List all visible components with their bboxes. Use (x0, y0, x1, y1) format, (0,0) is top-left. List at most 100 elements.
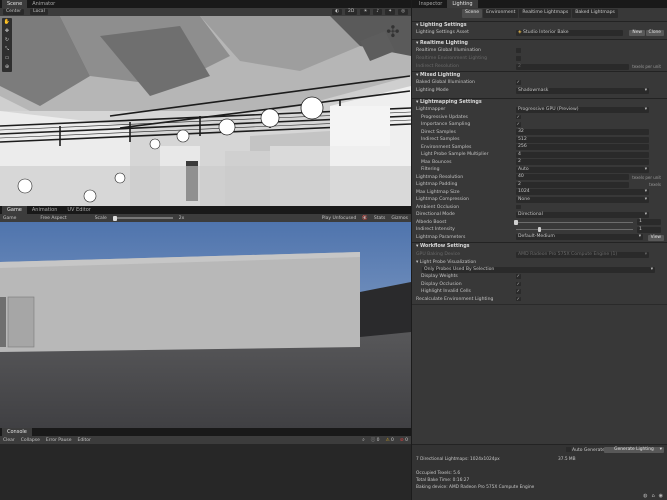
aspect-dropdown[interactable]: Free Aspect (40, 216, 66, 221)
subtab-baked-lightmaps[interactable]: Baked Lightmaps (572, 9, 618, 18)
scale-tool-icon[interactable]: ⤡ (2, 45, 12, 54)
pivot-center-button[interactable]: Center (3, 9, 25, 15)
tab-animator[interactable]: Animator (27, 0, 60, 8)
indirect-samples-field[interactable]: 512 (516, 136, 649, 143)
tab-console[interactable]: Console (2, 428, 32, 436)
tab-lighting[interactable]: Lighting (447, 0, 478, 8)
lighting-mode-dropdown[interactable]: Shadowmask (516, 87, 649, 94)
lightmap-compression-dropdown[interactable]: None (516, 196, 649, 203)
console-log-area[interactable] (0, 444, 411, 500)
ambient-occlusion-checkbox[interactable] (516, 204, 521, 210)
bake-status-icon[interactable]: ◍ (643, 493, 647, 499)
auto-generate-toggle[interactable]: Auto Generate (566, 447, 605, 453)
albedo-boost-slider-thumb[interactable] (514, 219, 518, 225)
light-probe-sample-multiplier-field[interactable]: 4 (516, 151, 649, 158)
display-occlusion-checkbox[interactable]: ✓ (516, 281, 521, 287)
mixed-lighting-header[interactable]: Mixed Lighting (412, 71, 667, 78)
subtab-scene[interactable]: Scene (462, 9, 483, 18)
indirect-intensity-slider-thumb[interactable] (537, 227, 542, 232)
rotate-tool-icon[interactable]: ↻ (2, 36, 12, 45)
auto-generate-label: Auto Generate (572, 447, 605, 453)
error-count-badge[interactable]: ⊘ 0 (400, 438, 408, 443)
indirect-resolution-field[interactable]: 2 (516, 63, 629, 70)
display-weights-label: Display Weights (421, 274, 458, 279)
generate-dropdown-chevron-icon[interactable]: ▾ (660, 447, 662, 453)
rect-tool-icon[interactable]: ▭ (2, 54, 12, 63)
console-tabbar: Console (0, 428, 411, 436)
info-count-badge[interactable]: ⓘ 0 (371, 437, 380, 443)
importance-sampling-checkbox[interactable]: ✓ (516, 122, 521, 127)
tab-animation[interactable]: Animation (27, 206, 63, 214)
scale-slider[interactable] (112, 215, 173, 221)
mute-audio-icon[interactable]: 🔇 (362, 216, 368, 221)
scene-gizmo-icon[interactable]: ✣ (381, 20, 405, 44)
console-collapse-button[interactable]: Collapse (21, 438, 40, 443)
lighting-settings-asset-field[interactable]: ◈ Studio Interior Bake (516, 29, 623, 36)
gizmos-toggle-icon[interactable]: ◎ (398, 9, 408, 15)
realtime-environment-lighting-checkbox[interactable] (516, 56, 521, 61)
direct-samples-field[interactable]: 32 (516, 129, 649, 135)
effects-toggle-icon[interactable]: ✦ (385, 9, 396, 15)
pivot-local-button[interactable]: Local (30, 9, 48, 15)
lightmap-resolution-field[interactable]: 40 (516, 174, 629, 180)
workflow-settings-header[interactable]: Workflow Settings (412, 242, 667, 249)
directional-mode-dropdown[interactable]: Directional (516, 211, 649, 218)
game-viewport[interactable] (0, 222, 411, 428)
albedo-boost-value[interactable]: 1 (637, 219, 661, 225)
lighting-mode-row: Lighting Mode Shadowmask (416, 87, 663, 94)
indirect-intensity-value[interactable]: 1 (637, 226, 661, 233)
console-clear-button[interactable]: Clear (3, 438, 15, 443)
transform-tool-icon[interactable]: ⊕ (2, 63, 12, 72)
max-bounces-field[interactable]: 2 (516, 159, 649, 165)
console-error-pause-button[interactable]: Error Pause (46, 438, 72, 443)
lightmapping-settings-header[interactable]: Lightmapping Settings (412, 98, 667, 105)
indirect-intensity-slider[interactable] (516, 227, 633, 232)
console-editor-dropdown[interactable]: Editor (78, 438, 91, 443)
console-search-icon[interactable]: ⌕ (362, 437, 365, 443)
display-dropdown[interactable]: Game (3, 216, 16, 221)
scale-slider-thumb[interactable] (112, 215, 117, 221)
tab-scene[interactable]: Scene (2, 0, 28, 8)
auto-generate-checkbox[interactable] (566, 447, 571, 452)
gizmos-button[interactable]: Gizmos (391, 216, 408, 221)
new-settings-button[interactable]: New (629, 29, 645, 36)
move-tool-icon[interactable]: ✥ (2, 27, 12, 36)
baked-global-illumination-checkbox[interactable]: ✓ (516, 80, 521, 85)
play-mode-dropdown[interactable]: Play Unfocused (322, 216, 357, 221)
max-lightmap-size-dropdown[interactable]: 1024 (516, 189, 649, 195)
gpu-baking-device-dropdown[interactable]: AMD Radeon Pro 575X Compute Engine (1) (516, 251, 649, 258)
realtime-global-illumination-checkbox[interactable] (516, 48, 521, 53)
light-toggle-icon[interactable]: ☀ (360, 9, 371, 15)
lightmap-padding-field[interactable]: 2 (516, 181, 629, 188)
probe-mode-dropdown[interactable]: Only Probes Used By Selection (422, 266, 655, 273)
tab-uv-editor[interactable]: UV Editor (62, 206, 95, 214)
lighting-settings-header[interactable]: Lighting Settings (412, 21, 667, 28)
albedo-boost-slider[interactable] (514, 219, 633, 225)
recalculate-environment-lighting-checkbox[interactable]: ✓ (516, 296, 521, 302)
realtime-lighting-header[interactable]: Realtime Lighting (412, 39, 667, 46)
clone-settings-button[interactable]: Clone (645, 29, 664, 36)
lightmapper-dropdown[interactable]: Progressive GPU (Preview) (516, 106, 649, 113)
progressive-updates-checkbox[interactable]: ✓ (516, 114, 521, 120)
subtab-realtime-lightmaps[interactable]: Realtime Lightmaps (519, 9, 572, 18)
notification-icon[interactable]: ◉ (659, 493, 663, 499)
collab-icon[interactable]: ⌂ (651, 493, 654, 499)
hand-tool-icon[interactable]: ✋ (2, 18, 12, 27)
stats-button[interactable]: Stats (374, 216, 386, 221)
highlight-invalid-cells-checkbox[interactable]: ✓ (516, 289, 521, 294)
lightmap-parameters-dropdown[interactable]: Default-Medium (516, 234, 643, 240)
generate-lighting-button[interactable]: Generate Lighting ▾ (604, 447, 664, 453)
audio-toggle-icon[interactable]: ♪ (373, 9, 383, 15)
warning-count-badge[interactable]: ⚠ 0 (386, 438, 394, 443)
lightmap-parameters-view-button[interactable]: View (647, 234, 664, 241)
environment-samples-field[interactable]: 256 (516, 144, 649, 150)
tab-game[interactable]: Game (2, 206, 27, 214)
shading-mode-button[interactable]: ◐ (332, 9, 343, 15)
display-weights-checkbox[interactable]: ✓ (516, 274, 521, 279)
lightmap-resolution-row: Lightmap Resolution 40 texels per unit (416, 174, 663, 181)
filtering-dropdown[interactable]: Auto (516, 166, 649, 173)
subtab-environment[interactable]: Environment (483, 9, 519, 18)
2d-toggle-button[interactable]: 2D (345, 9, 358, 15)
tab-inspector[interactable]: Inspector (414, 0, 447, 8)
scene-viewport[interactable]: ✋ ✥ ↻ ⤡ ▭ ⊕ ✣ (0, 16, 411, 206)
